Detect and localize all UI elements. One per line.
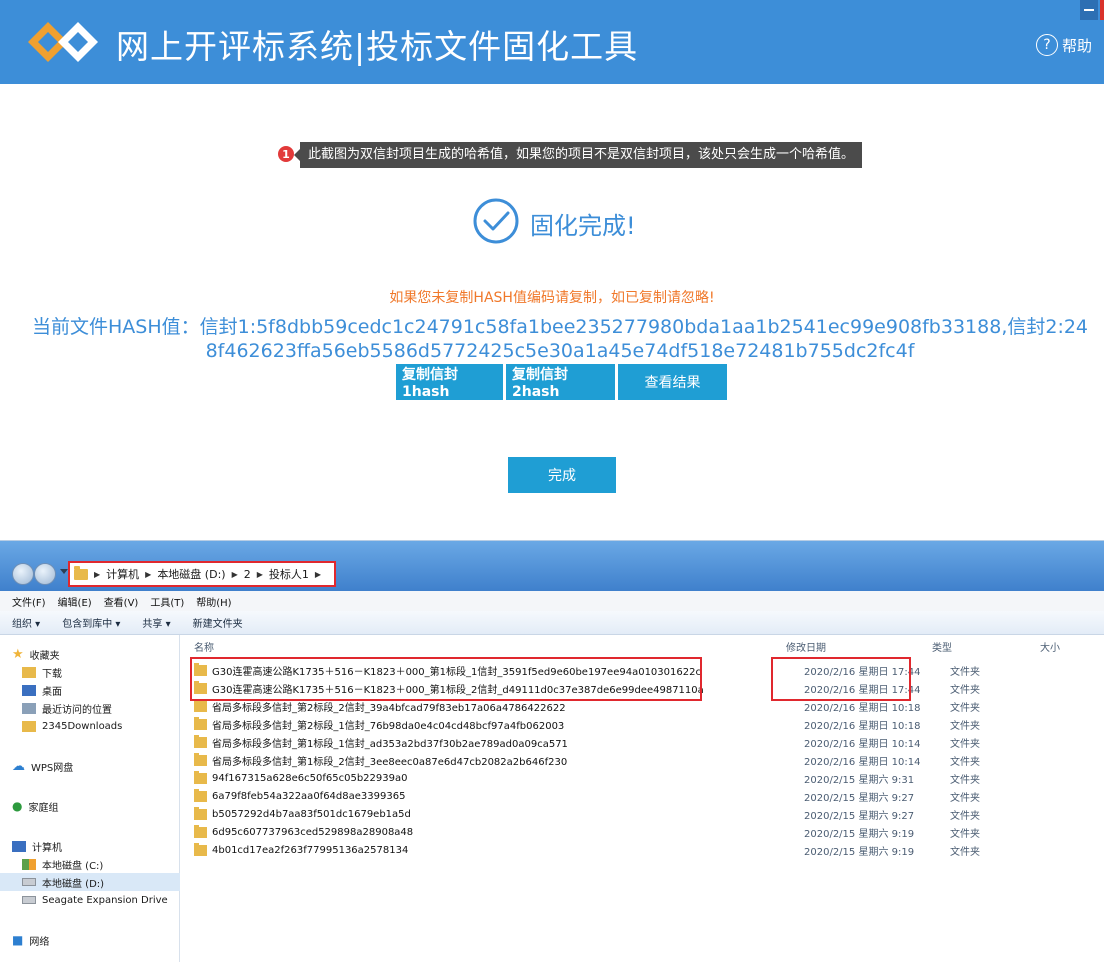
menu-bar: 文件(F) 编辑(E) 查看(V) 工具(T) 帮助(H) — [0, 591, 1104, 611]
folder-icon — [22, 720, 36, 732]
address-field[interactable]: ▶ 计算机 ▶ 本地磁盘 (D:) ▶ 2 ▶ 投标人1 ▶ — [68, 561, 336, 587]
highlight-box-names — [190, 657, 702, 701]
logo-icon — [28, 22, 98, 62]
desktop-icon — [22, 684, 36, 696]
folder-icon — [194, 752, 207, 766]
folder-icon — [74, 565, 88, 580]
breadcrumb-2[interactable]: 2 — [244, 568, 251, 581]
navigation-pane: ★ 收藏夹 下载 桌面 最近访问的位置 2345Downloads ☁ WPS网… — [0, 635, 180, 962]
file-row[interactable]: 省局多标段多信封_第2标段_1信封_76b98da0e4c04cd48bcf97… — [194, 715, 1094, 733]
folder-icon — [194, 824, 207, 838]
address-bar-area: ▶ 计算机 ▶ 本地磁盘 (D:) ▶ 2 ▶ 投标人1 ▶ — [0, 541, 1104, 591]
menu-file[interactable]: 文件(F) — [12, 594, 46, 609]
column-size[interactable]: 大小 — [1040, 639, 1060, 654]
folder-icon — [194, 770, 207, 784]
organize-button[interactable]: 组织 ▾ — [12, 615, 40, 630]
share-button[interactable]: 共享 ▾ — [142, 615, 170, 630]
folder-icon — [194, 788, 207, 802]
help-icon: ? — [1036, 34, 1058, 56]
column-date[interactable]: 修改日期 — [786, 639, 826, 654]
hash-value-text: 当前文件HASH值：信封1:5f8dbb59cedc1c24791c58fa1b… — [31, 316, 1089, 362]
done-button[interactable]: 完成 — [508, 457, 616, 493]
back-button[interactable] — [12, 563, 34, 585]
nav-downloads[interactable]: 下载 — [0, 663, 180, 681]
nav-computer[interactable]: 计算机 — [0, 837, 180, 855]
nav-homegroup[interactable]: ● 家庭组 — [0, 797, 180, 815]
star-icon: ★ — [12, 646, 24, 662]
folder-icon — [194, 806, 207, 820]
breadcrumb-computer[interactable]: 计算机 — [106, 566, 139, 582]
help-button[interactable]: ? 帮助 — [1036, 33, 1092, 57]
nav-drive-c[interactable]: 本地磁盘 (C:) — [0, 855, 180, 873]
nav-2345downloads[interactable]: 2345Downloads — [0, 717, 180, 735]
forward-button[interactable] — [34, 563, 56, 585]
column-type[interactable]: 类型 — [932, 639, 952, 654]
breadcrumb-bidder1[interactable]: 投标人1 — [269, 566, 309, 582]
menu-view[interactable]: 查看(V) — [104, 594, 139, 609]
copy-hint: 如果您未复制HASH值编码请复制，如已复制请忽略! — [389, 290, 715, 306]
file-row[interactable]: 6a79f8feb54a322aa0f64d8ae3399365 2020/2/… — [194, 787, 1094, 805]
include-in-library-button[interactable]: 包含到库中 ▾ — [62, 615, 120, 630]
nav-recent-places[interactable]: 最近访问的位置 — [0, 699, 180, 717]
nav-favorites[interactable]: ★ 收藏夹 — [0, 645, 180, 663]
file-row[interactable]: 省局多标段多信封_第1标段_1信封_ad353a2bd37f30b2ae789a… — [194, 733, 1094, 751]
file-row[interactable]: 94f167315a628e6c50f65c05b22939a0 2020/2/… — [194, 769, 1094, 787]
nav-network[interactable]: ■ 网络 — [0, 931, 180, 949]
action-buttons: 复制信封1hash 复制信封2hash 查看结果 — [396, 364, 727, 400]
breadcrumb-drive-d[interactable]: 本地磁盘 (D:) — [157, 566, 225, 582]
folder-icon — [194, 842, 207, 856]
menu-edit[interactable]: 编辑(E) — [58, 594, 92, 609]
external-drive-icon — [22, 896, 36, 904]
network-icon: ■ — [12, 933, 24, 947]
nav-desktop[interactable]: 桌面 — [0, 681, 180, 699]
computer-icon — [12, 840, 26, 852]
recent-places-icon — [22, 702, 36, 714]
menu-help[interactable]: 帮助(H) — [196, 594, 231, 609]
file-row[interactable]: b5057292d4b7aa83f501dc1679eb1a5d 2020/2/… — [194, 805, 1094, 823]
file-row[interactable]: 省局多标段多信封_第1标段_2信封_3ee8eec0a87e6d47cb2082… — [194, 751, 1094, 769]
annotation-badge: 1 — [278, 146, 294, 162]
downloads-icon — [22, 666, 36, 678]
column-name[interactable]: 名称 — [194, 639, 214, 654]
help-label: 帮助 — [1062, 36, 1093, 55]
command-bar: 组织 ▾ 包含到库中 ▾ 共享 ▾ 新建文件夹 — [0, 611, 1104, 635]
nav-drive-d[interactable]: 本地磁盘 (D:) — [0, 873, 180, 891]
view-result-button[interactable]: 查看结果 — [618, 364, 727, 400]
page: 网上开评标系统|投标文件固化工具 ? 帮助 1 此截图为双信封项目生成的哈希值，… — [0, 0, 1104, 962]
nav-wps-cloud[interactable]: ☁ WPS网盘 — [0, 757, 180, 775]
annotation-tooltip: 此截图为双信封项目生成的哈希值，如果您的项目不是双信封项目，该处只会生成一个哈希… — [293, 142, 863, 168]
nav-seagate-drive[interactable]: Seagate Expansion Drive — [0, 891, 180, 909]
check-circle-icon — [473, 198, 519, 244]
menu-tools[interactable]: 工具(T) — [150, 594, 184, 609]
cloud-icon: ☁ — [12, 758, 25, 774]
homegroup-icon: ● — [12, 799, 23, 813]
success-message: 固化完成! — [530, 212, 636, 240]
drive-icon — [22, 878, 36, 886]
folder-icon — [194, 734, 207, 748]
file-explorer: ▶ 计算机 ▶ 本地磁盘 (D:) ▶ 2 ▶ 投标人1 ▶ 文件(F) 编辑(… — [0, 540, 1104, 962]
folder-icon — [194, 698, 207, 712]
copy-envelope2-hash-button[interactable]: 复制信封2hash — [506, 364, 615, 400]
app-title: 网上开评标系统|投标文件固化工具 — [116, 27, 639, 66]
drive-c-icon — [22, 858, 36, 870]
close-button[interactable] — [1100, 0, 1104, 20]
app-header: 网上开评标系统|投标文件固化工具 ? 帮助 — [0, 0, 1104, 84]
minimize-button[interactable] — [1080, 0, 1098, 20]
file-row[interactable]: 4b01cd17ea2f263f77995136a2578134 2020/2/… — [194, 841, 1094, 859]
new-folder-button[interactable]: 新建文件夹 — [193, 615, 243, 630]
folder-icon — [194, 716, 207, 730]
highlight-box-dates — [771, 657, 911, 701]
file-row[interactable]: 6d95c607737963ced529898a28908a48 2020/2/… — [194, 823, 1094, 841]
copy-envelope1-hash-button[interactable]: 复制信封1hash — [396, 364, 503, 400]
recent-pages-dropdown[interactable] — [60, 569, 68, 574]
